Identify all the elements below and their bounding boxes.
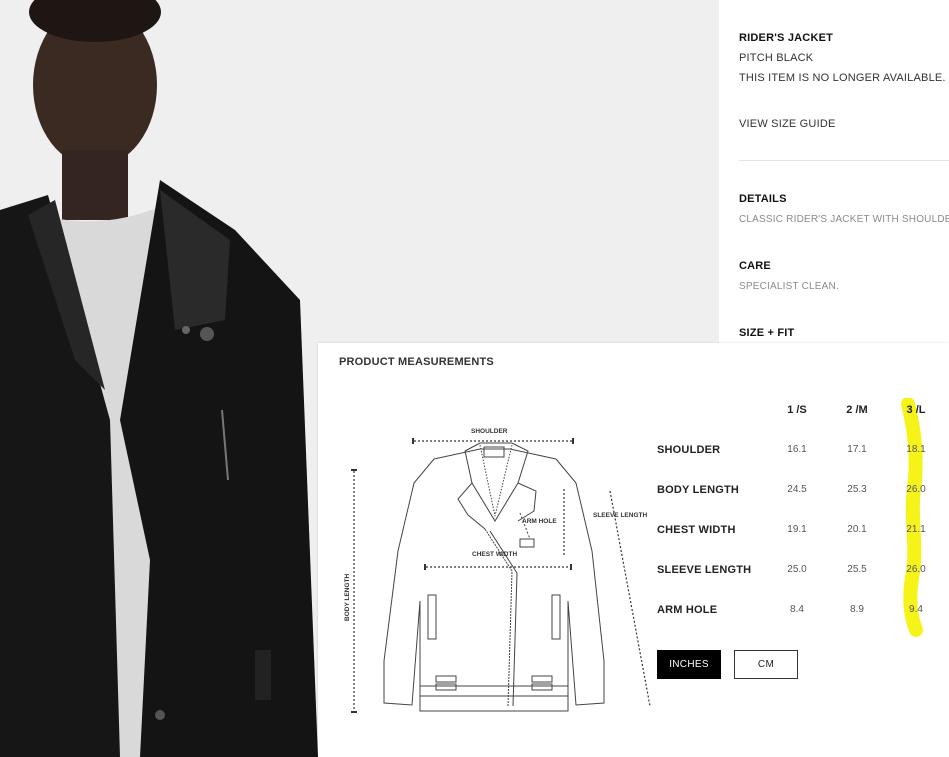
cell-value: 24.5 bbox=[787, 484, 807, 495]
details-heading[interactable]: DETAILS bbox=[739, 193, 787, 205]
size-header-1: 1 /S bbox=[787, 404, 807, 416]
details-text: CLASSIC RIDER'S JACKET WITH SHOULDE bbox=[739, 214, 949, 225]
divider bbox=[739, 160, 949, 161]
cell-value: 19.1 bbox=[787, 524, 807, 535]
cell-value: 16.1 bbox=[787, 444, 807, 455]
row-label: SLEEVE LENGTH bbox=[657, 564, 752, 576]
cell-value: 25.5 bbox=[847, 564, 867, 575]
product-color: PITCH BLACK bbox=[739, 52, 814, 64]
cell-value: 21.1 bbox=[906, 524, 926, 535]
size-header-2: 2 /M bbox=[846, 404, 868, 416]
diagram-label-chest-width: CHEST WIDTH bbox=[472, 551, 517, 558]
row-label: BODY LENGTH bbox=[657, 484, 740, 496]
view-size-guide-link[interactable]: VIEW SIZE GUIDE bbox=[739, 118, 836, 130]
cm-button[interactable]: CM bbox=[734, 650, 798, 679]
care-heading[interactable]: CARE bbox=[739, 260, 771, 272]
row-label: SHOULDER bbox=[657, 444, 721, 456]
row-label: CHEST WIDTH bbox=[657, 524, 736, 536]
row-label: ARM HOLE bbox=[657, 604, 718, 616]
product-name: RIDER'S JACKET bbox=[739, 32, 834, 44]
cell-value: 18.1 bbox=[906, 444, 926, 455]
cell-value: 26.0 bbox=[906, 484, 926, 495]
diagram-label-sleeve-length: SLEEVE LENGTH bbox=[593, 512, 647, 519]
cell-value: 20.1 bbox=[847, 524, 867, 535]
jacket-diagram: SHOULDER SLEEVE LENGTH ARM HOLE CHEST WI… bbox=[344, 428, 651, 713]
cell-value: 8.4 bbox=[790, 604, 804, 615]
cell-value: 8.9 bbox=[850, 604, 864, 615]
size-fit-heading[interactable]: SIZE + FIT bbox=[739, 327, 794, 339]
diagram-label-shoulder: SHOULDER bbox=[471, 428, 508, 435]
product-info: RIDER'S JACKET PITCH BLACK THIS ITEM IS … bbox=[739, 0, 949, 345]
diagram-label-arm-hole: ARM HOLE bbox=[522, 518, 557, 525]
highlight-marker bbox=[901, 398, 923, 637]
cell-value: 9.4 bbox=[909, 604, 923, 615]
inches-button[interactable]: INCHES bbox=[657, 650, 721, 679]
size-header-3: 3 /L bbox=[906, 404, 926, 416]
cell-value: 25.0 bbox=[787, 564, 807, 575]
availability-notice: THIS ITEM IS NO LONGER AVAILABLE. bbox=[739, 72, 946, 84]
cell-value: 17.1 bbox=[847, 444, 867, 455]
cell-value: 25.3 bbox=[847, 484, 867, 495]
cell-value: 26.0 bbox=[906, 564, 926, 575]
diagram-label-body-length: BODY LENGTH bbox=[344, 574, 351, 621]
measurements-title: PRODUCT MEASUREMENTS bbox=[339, 356, 494, 368]
care-text: SPECIALIST CLEAN. bbox=[739, 281, 839, 292]
product-measurements-panel: PRODUCT MEASUREMENTS SHOULDER SLEEVE LEN… bbox=[318, 343, 949, 757]
